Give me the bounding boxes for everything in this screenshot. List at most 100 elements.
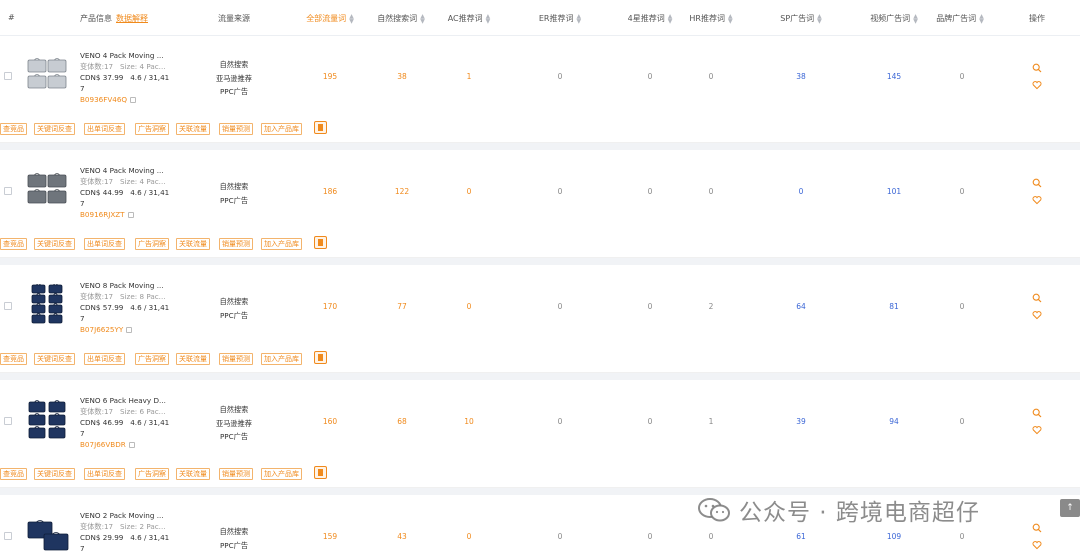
sort-icon[interactable]: ▲ ▼ <box>577 13 582 24</box>
action-tag[interactable]: 广告洞察 <box>135 353 169 365</box>
row-checkbox[interactable] <box>4 417 12 425</box>
search-icon[interactable] <box>1032 293 1042 303</box>
product-asin[interactable]: B07J66VBDR <box>80 439 180 450</box>
cell-organic[interactable]: 122 <box>395 187 409 196</box>
row-checkbox[interactable] <box>4 72 12 80</box>
cell-all[interactable]: 160 <box>323 417 337 426</box>
cell-ac[interactable]: 10 <box>464 417 474 426</box>
cell-video[interactable]: 145 <box>887 72 901 81</box>
cell-organic[interactable]: 77 <box>397 302 407 311</box>
product-thumbnail[interactable] <box>26 169 70 211</box>
action-tag[interactable]: 出单词反查 <box>84 468 125 480</box>
cell-sp[interactable]: 0 <box>799 187 804 196</box>
sort-icon[interactable]: ▲ ▼ <box>349 13 354 24</box>
search-icon[interactable] <box>1032 63 1042 73</box>
header-hr[interactable]: HR推荐词 ▲ ▼ <box>689 13 732 24</box>
asin-text[interactable]: B0936FV46Q <box>80 94 127 105</box>
asin-text[interactable]: B0916RJXZT <box>80 209 125 220</box>
action-tag[interactable]: 查竞品 <box>0 123 27 135</box>
external-link-icon[interactable] <box>126 326 133 333</box>
action-tag[interactable]: 关联流量 <box>176 353 210 365</box>
cell-sp[interactable]: 39 <box>796 417 806 426</box>
product-thumbnail[interactable] <box>26 54 70 96</box>
action-tag[interactable]: 加入产品库 <box>261 468 302 480</box>
heart-icon[interactable] <box>1032 540 1042 550</box>
product-title[interactable]: VENO 6 Pack Heavy D... <box>80 395 180 406</box>
action-tag[interactable]: 销量预测 <box>219 353 253 365</box>
action-tag[interactable]: 加入产品库 <box>261 238 302 250</box>
calculator-icon[interactable] <box>314 236 327 249</box>
external-link-icon[interactable] <box>130 96 137 103</box>
cell-all[interactable]: 159 <box>323 532 337 541</box>
calculator-icon[interactable] <box>314 466 327 479</box>
row-checkbox[interactable] <box>4 187 12 195</box>
header-4star[interactable]: 4星推荐词 ▲ ▼ <box>628 13 673 24</box>
sort-icon[interactable]: ▲ ▼ <box>486 13 491 24</box>
action-tag[interactable]: 关联流量 <box>176 468 210 480</box>
search-icon[interactable] <box>1032 408 1042 418</box>
action-tag[interactable]: 广告洞察 <box>135 123 169 135</box>
external-link-icon[interactable] <box>127 211 134 218</box>
header-organic[interactable]: 自然搜索词 ▲ ▼ <box>377 13 425 24</box>
sort-icon[interactable]: ▲ ▼ <box>817 13 822 24</box>
cell-all[interactable]: 195 <box>323 72 337 81</box>
cell-organic[interactable]: 38 <box>397 72 407 81</box>
action-tag[interactable]: 关键词反查 <box>34 238 75 250</box>
action-tag[interactable]: 加入产品库 <box>261 123 302 135</box>
sort-icon[interactable]: ▲ ▼ <box>979 13 984 24</box>
product-title[interactable]: VENO 8 Pack Moving ... <box>80 280 180 291</box>
asin-text[interactable]: B07J66VBDR <box>80 439 126 450</box>
action-tag[interactable]: 出单词反查 <box>84 123 125 135</box>
cell-all[interactable]: 186 <box>323 187 337 196</box>
action-tag[interactable]: 关键词反查 <box>34 123 75 135</box>
action-tag[interactable]: 销量预测 <box>219 123 253 135</box>
action-tag[interactable]: 查竞品 <box>0 468 27 480</box>
product-asin[interactable]: B0916RJXZT <box>80 209 180 220</box>
cell-sp[interactable]: 38 <box>796 72 806 81</box>
action-tag[interactable]: 销量预测 <box>219 468 253 480</box>
action-tag[interactable]: 广告洞察 <box>135 468 169 480</box>
cell-video[interactable]: 81 <box>889 302 899 311</box>
action-tag[interactable]: 关联流量 <box>176 238 210 250</box>
action-tag[interactable]: 加入产品库 <box>261 353 302 365</box>
scroll-to-top-button[interactable]: ↑ <box>1060 499 1080 517</box>
cell-ac[interactable]: 0 <box>467 187 472 196</box>
sort-icon[interactable]: ▲ ▼ <box>420 13 425 24</box>
cell-video[interactable]: 109 <box>887 532 901 541</box>
action-tag[interactable]: 出单词反查 <box>84 353 125 365</box>
product-thumbnail[interactable] <box>26 399 70 441</box>
asin-text[interactable]: B07J6625YY <box>80 324 123 335</box>
product-thumbnail[interactable] <box>26 284 70 326</box>
sort-icon[interactable]: ▲ ▼ <box>668 13 673 24</box>
cell-ac[interactable]: 0 <box>467 532 472 541</box>
product-title[interactable]: VENO 4 Pack Moving ... <box>80 50 180 61</box>
row-checkbox[interactable] <box>4 532 12 540</box>
calculator-icon[interactable] <box>314 351 327 364</box>
heart-icon[interactable] <box>1032 195 1042 205</box>
calculator-icon[interactable] <box>314 121 327 134</box>
action-tag[interactable]: 销量预测 <box>219 238 253 250</box>
search-icon[interactable] <box>1032 178 1042 188</box>
data-explain-link[interactable]: 数据解释 <box>116 13 148 24</box>
header-sp[interactable]: SP广告词 ▲ ▼ <box>780 13 822 24</box>
cell-ac[interactable]: 1 <box>467 72 472 81</box>
header-all-traffic[interactable]: 全部流量词 ▲ ▼ <box>306 13 354 24</box>
sort-icon[interactable]: ▲ ▼ <box>913 13 918 24</box>
action-tag[interactable]: 关联流量 <box>176 123 210 135</box>
action-tag[interactable]: 查竞品 <box>0 353 27 365</box>
external-link-icon[interactable] <box>128 441 135 448</box>
header-ac[interactable]: AC推荐词 ▲ ▼ <box>448 13 491 24</box>
product-thumbnail[interactable] <box>26 514 70 551</box>
action-tag[interactable]: 出单词反查 <box>84 238 125 250</box>
cell-video[interactable]: 94 <box>889 417 899 426</box>
cell-video[interactable]: 101 <box>887 187 901 196</box>
product-asin[interactable]: B0936FV46Q <box>80 94 180 105</box>
action-tag[interactable]: 查竞品 <box>0 238 27 250</box>
cell-ac[interactable]: 0 <box>467 302 472 311</box>
cell-all[interactable]: 170 <box>323 302 337 311</box>
header-video[interactable]: 视频广告词 ▲ ▼ <box>870 13 918 24</box>
product-asin[interactable]: B07J6625YY <box>80 324 180 335</box>
cell-organic[interactable]: 68 <box>397 417 407 426</box>
action-tag[interactable]: 关键词反查 <box>34 353 75 365</box>
cell-organic[interactable]: 43 <box>397 532 407 541</box>
